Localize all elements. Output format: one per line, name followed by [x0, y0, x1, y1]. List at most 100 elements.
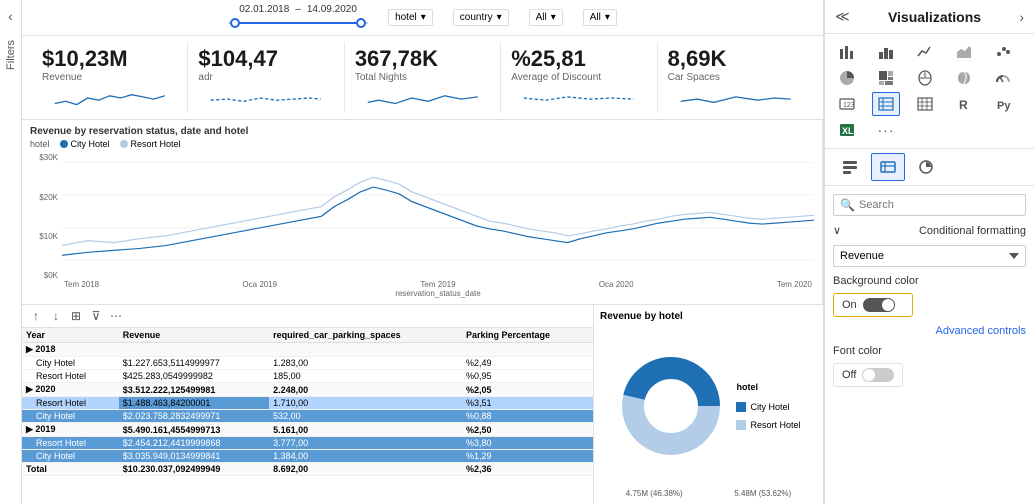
viz-filled-map[interactable] [950, 66, 978, 90]
cell-revenue: $425.283,0549999982 [119, 370, 269, 383]
cond-format-header[interactable]: ∨ Conditional formatting [833, 224, 1026, 237]
donut-resort-pct: 5.48M (53.62%) [734, 489, 791, 498]
table-row: ▶ 2018 [22, 343, 593, 357]
date-filter-group: 02.01.2018 – 14.09.2020 [228, 4, 368, 31]
x-label-4: Tem 2020 [777, 280, 812, 289]
all1-filter-dropdown[interactable]: All ▾ [529, 9, 563, 26]
more-icon[interactable]: ⋯ [108, 308, 124, 324]
viz-bar-chart[interactable] [833, 40, 861, 64]
viz-more[interactable]: ··· [872, 118, 900, 142]
date-slider[interactable] [228, 15, 368, 31]
col-parking: required_car_parking_spaces [269, 328, 462, 343]
cell-year: ▶ 2018 [22, 343, 119, 357]
viz-excel[interactable]: XL [833, 118, 861, 142]
resort-hotel-legend-dot [120, 140, 128, 148]
cell-year: ▶ 2019 [22, 423, 119, 437]
date-from: 02.01.2018 [239, 4, 289, 15]
viz-column-chart[interactable] [872, 40, 900, 64]
y-label-30k: $30K [30, 153, 58, 162]
x-axis-title: reservation_status_date [62, 289, 814, 298]
country-filter-label: country [460, 12, 493, 23]
donut-legend-resort: Resort Hotel [736, 420, 800, 430]
donut-legend-city: City Hotel [736, 402, 800, 412]
cell-pct: %3,80 [462, 437, 593, 450]
cell-parking: 1.283,00 [269, 357, 462, 370]
viz-R[interactable]: R [950, 92, 978, 116]
table-row: City Hotel$3.035.949,01349998411.384,00%… [22, 450, 593, 463]
table-header-row: Year Revenue required_car_parking_spaces… [22, 328, 593, 343]
line-chart-legend: hotel City Hotel Resort Hotel [30, 139, 814, 149]
date-separator: – [295, 4, 301, 15]
panel-sub-icons [825, 149, 1034, 186]
panel-expand-icon[interactable]: › [1019, 9, 1024, 25]
legend-hotel-label: hotel [30, 139, 50, 149]
cell-year: Resort Hotel [22, 397, 119, 410]
cell-year: City Hotel [22, 410, 119, 423]
toggle-track-off[interactable] [862, 368, 894, 382]
hotel-filter-label: hotel [395, 12, 417, 23]
filter-icon[interactable]: ⊽ [88, 308, 104, 324]
hotel-dropdown-icon: ▾ [421, 12, 426, 23]
viz-scatter-chart[interactable] [989, 40, 1017, 64]
cell-pct: %2,49 [462, 357, 593, 370]
sort-down-icon[interactable]: ↓ [48, 308, 64, 324]
viz-treemap[interactable] [872, 66, 900, 90]
resort-hotel-color-box [736, 420, 746, 430]
all1-label: All [536, 12, 547, 23]
field-dropdown[interactable]: Revenue [833, 245, 1026, 267]
city-hotel-legend-label: City Hotel [71, 139, 110, 149]
legend-city-hotel: City Hotel [60, 139, 110, 149]
cond-format-title: Conditional formatting [919, 225, 1026, 237]
viz-matrix[interactable] [911, 92, 939, 116]
kpi-nights-value: 367,78K [355, 46, 438, 72]
filters-sidebar[interactable]: ‹ Filters [0, 0, 22, 504]
col-revenue: Revenue [119, 328, 269, 343]
fields-icon-btn[interactable] [833, 153, 867, 181]
chevron-down-icon1: ▾ [551, 12, 556, 23]
table-row: Total$10.230.037,0924999498.692,00%2,36 [22, 463, 593, 476]
cell-parking: 1.710,00 [269, 397, 462, 410]
viz-area-chart[interactable] [950, 40, 978, 64]
kpi-revenue: $10,23M Revenue [32, 42, 188, 113]
table-container[interactable]: Year Revenue required_car_parking_spaces… [22, 328, 593, 498]
toggle-thumb-off [863, 369, 875, 381]
sort-up-icon[interactable]: ↑ [28, 308, 44, 324]
analytics-icon-btn[interactable] [909, 153, 943, 181]
viz-table[interactable] [872, 92, 900, 116]
kpi-discount-value: %25,81 [511, 46, 586, 72]
cell-pct: %2,36 [462, 463, 593, 476]
search-box[interactable]: 🔍 [833, 194, 1026, 216]
svg-text:R: R [959, 98, 968, 112]
x-axis-labels: Tem 2018 Oca 2019 Tem 2019 Oca 2020 Tem … [62, 280, 814, 289]
filter-back-icon[interactable]: ‹ [8, 8, 13, 24]
all2-filter-dropdown[interactable]: All ▾ [583, 9, 617, 26]
panel-collapse-icon[interactable]: ≪ [835, 8, 850, 25]
data-table: Year Revenue required_car_parking_spaces… [22, 328, 593, 476]
viz-python[interactable]: Py [989, 92, 1017, 116]
advanced-controls-link[interactable]: Advanced controls [833, 325, 1026, 337]
expand-icon[interactable]: ⊞ [68, 308, 84, 324]
viz-line-chart[interactable] [911, 40, 939, 64]
cell-year: City Hotel [22, 450, 119, 463]
filters-label[interactable]: Filters [5, 40, 17, 70]
viz-gauge[interactable] [989, 66, 1017, 90]
resort-hotel-legend-label: Resort Hotel [131, 139, 181, 149]
city-hotel-legend-dot [60, 140, 68, 148]
y-axis: $30K $20K $10K $0K [30, 153, 62, 298]
viz-pie-chart[interactable] [833, 66, 861, 90]
viz-card[interactable]: 123 [833, 92, 861, 116]
hotel-filter-dropdown[interactable]: hotel ▾ [388, 9, 433, 26]
bg-color-toggle[interactable]: On [833, 293, 913, 317]
toggle-track-on[interactable] [863, 298, 895, 312]
country-dropdown-icon: ▾ [497, 12, 502, 23]
font-color-toggle[interactable]: Off [833, 363, 903, 387]
cell-revenue: $3.512.222,125499981 [119, 383, 269, 397]
kpi-discount: %25,81 Average of Discount [501, 42, 657, 113]
viz-map[interactable] [911, 66, 939, 90]
search-input[interactable] [859, 199, 1019, 211]
cell-parking: 1.384,00 [269, 450, 462, 463]
line-chart-section: Revenue by reservation status, date and … [22, 120, 823, 304]
format-icon-btn[interactable] [871, 153, 905, 181]
x-label-3: Oca 2020 [599, 280, 634, 289]
country-filter-dropdown[interactable]: country ▾ [453, 9, 509, 26]
